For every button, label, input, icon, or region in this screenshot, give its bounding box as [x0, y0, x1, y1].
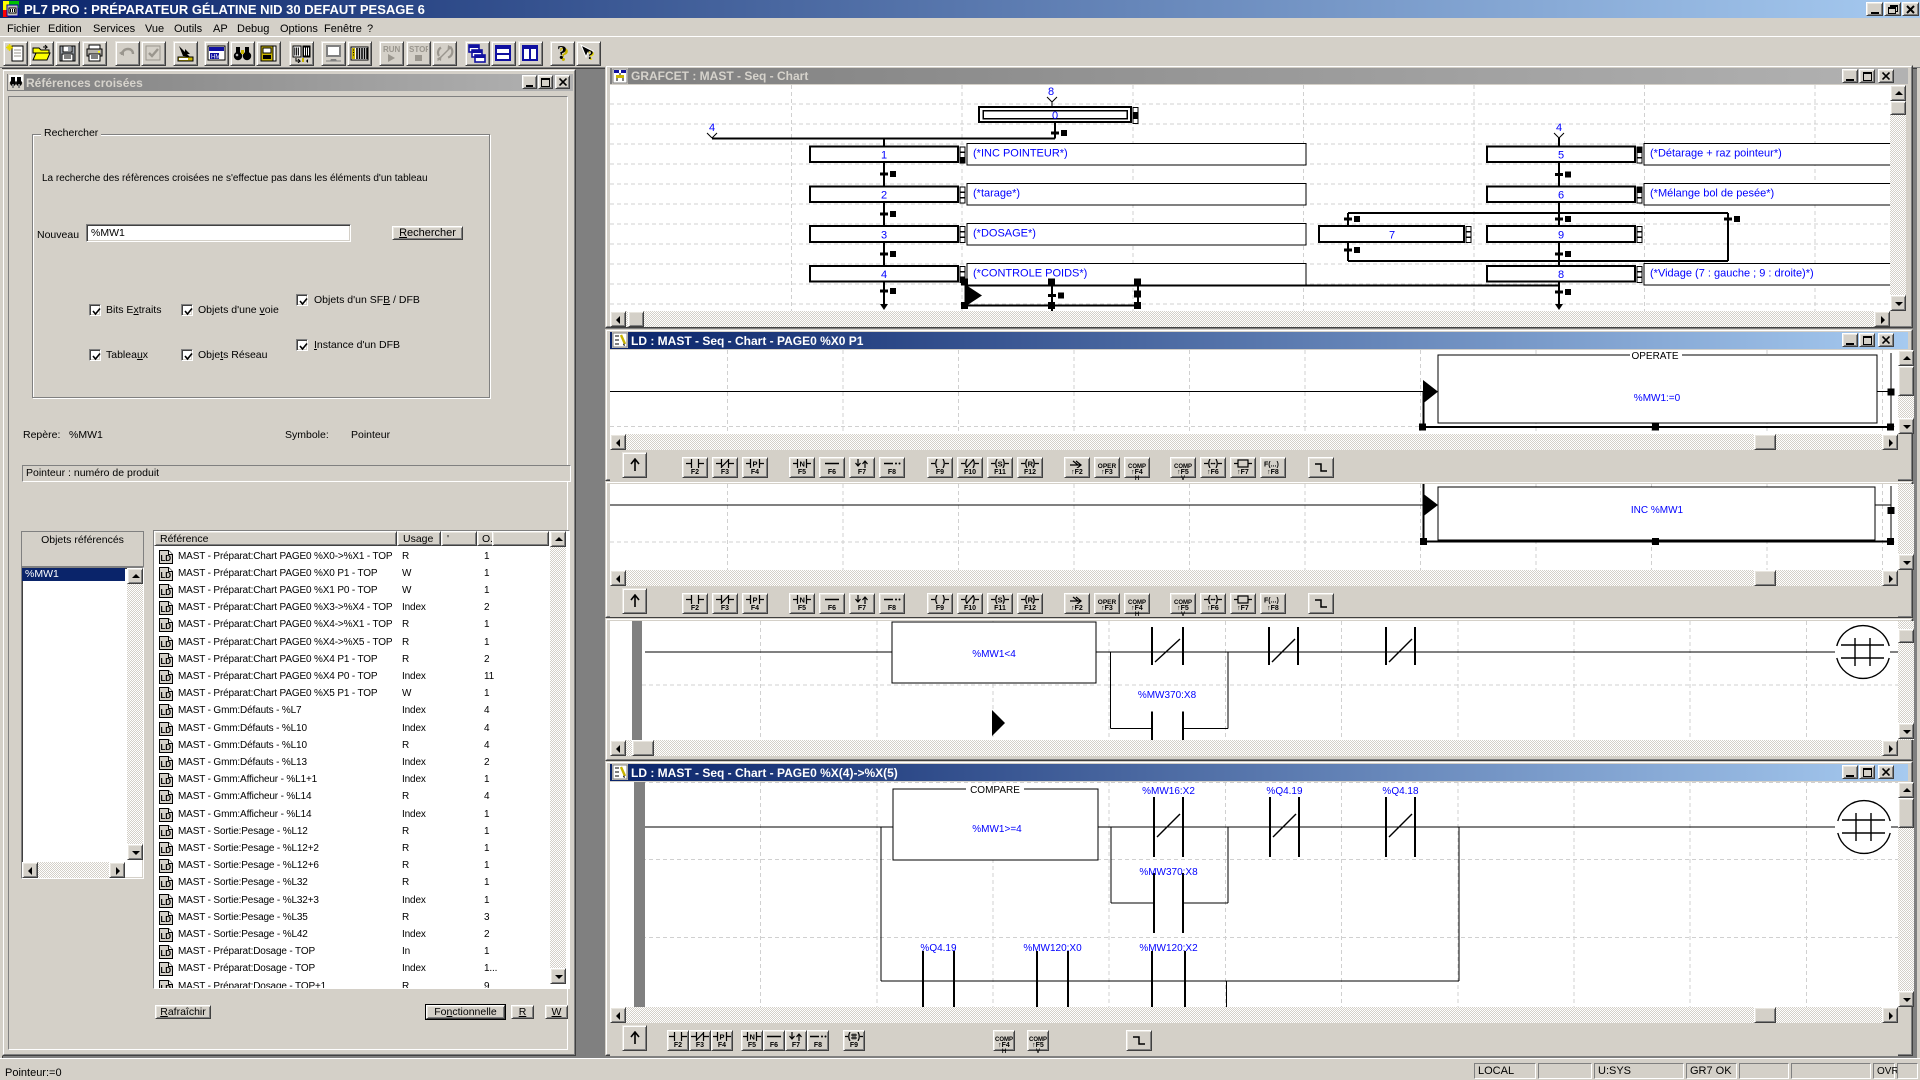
svg-text:F(...): F(...) [1264, 598, 1279, 605]
svg-text:R: R [1028, 460, 1034, 469]
svg-text:LD: LD [161, 812, 172, 821]
svg-text:RUN: RUN [383, 45, 401, 54]
svg-text:9: 9 [1558, 230, 1564, 242]
svg-text:N: N [800, 460, 805, 469]
svg-text:LD: LD [161, 657, 172, 666]
svg-text:(*DOSAGE*): (*DOSAGE*) [973, 228, 1036, 240]
svg-text:HM: HM [211, 55, 220, 61]
svg-text:4: 4 [1556, 122, 1562, 134]
svg-text:2: 2 [881, 190, 887, 202]
svg-text:LD: LD [161, 760, 172, 769]
svg-text:P: P [753, 460, 758, 469]
svg-text:LD: LD [161, 794, 172, 803]
svg-text:(*tarage*): (*tarage*) [973, 188, 1020, 200]
svg-text:LD: LD [161, 674, 172, 683]
svg-text:LD: LD [161, 898, 172, 907]
svg-text:4: 4 [881, 269, 887, 281]
svg-text:LD: LD [161, 605, 172, 614]
svg-text:%MW16:X2: %MW16:X2 [1142, 786, 1195, 797]
svg-text:COMPARE: COMPARE [970, 785, 1020, 796]
svg-text:LD: LD [161, 743, 172, 752]
svg-text:1: 1 [881, 150, 887, 162]
svg-text:S: S [998, 460, 1003, 469]
svg-text:LD: LD [161, 640, 172, 649]
svg-text:0: 0 [1052, 110, 1058, 122]
svg-text:LD: LD [161, 829, 172, 838]
svg-text:(*Détarage + raz pointeur*): (*Détarage + raz pointeur*) [1650, 148, 1782, 160]
svg-text:%Q4.19: %Q4.19 [920, 943, 957, 954]
svg-text:?: ? [557, 44, 567, 63]
svg-text:%Q4.18: %Q4.18 [1382, 786, 1419, 797]
svg-text:P: P [720, 1033, 725, 1042]
svg-text:LD: LD [161, 966, 172, 975]
svg-text:%MW370:X8: %MW370:X8 [1139, 867, 1198, 878]
svg-text:8: 8 [1048, 86, 1054, 98]
svg-text:OPERATE: OPERATE [1631, 351, 1678, 362]
svg-text:5: 5 [1558, 150, 1564, 162]
svg-text:LD: LD [161, 622, 172, 631]
svg-text:LD: LD [161, 932, 172, 941]
svg-text:%MW1>=4: %MW1>=4 [972, 824, 1022, 835]
svg-text:N: N [750, 1033, 755, 1042]
svg-text:LD: LD [161, 863, 172, 872]
svg-text:(*CONTROLE POIDS*): (*CONTROLE POIDS*) [973, 268, 1087, 280]
svg-text:P: P [753, 596, 758, 605]
svg-text:STOP: STOP [409, 45, 428, 54]
svg-text:LD: LD [161, 708, 172, 717]
svg-text:LD: LD [161, 949, 172, 958]
svg-text:%MW120:X2: %MW120:X2 [1139, 943, 1198, 954]
svg-text:(*INC POINTEUR*): (*INC POINTEUR*) [973, 148, 1068, 160]
svg-text:?: ? [587, 47, 594, 62]
svg-text:LD: LD [161, 846, 172, 855]
svg-text:LD: LD [161, 571, 172, 580]
svg-text:%MW1<4: %MW1<4 [972, 649, 1016, 660]
svg-text:LD: LD [161, 777, 172, 786]
svg-text:%MW120:X0: %MW120:X0 [1023, 943, 1082, 954]
svg-text:F(...): F(...) [1264, 462, 1279, 469]
svg-text:LD: LD [161, 691, 172, 700]
svg-text:(*Mélange bol de pesée*): (*Mélange bol de pesée*) [1650, 188, 1774, 200]
svg-text:LD: LD [161, 984, 172, 990]
svg-text:6: 6 [1558, 190, 1564, 202]
svg-text:LD: LD [161, 554, 172, 563]
svg-text:S: S [998, 596, 1003, 605]
svg-text:7: 7 [1389, 230, 1395, 242]
svg-text:LD: LD [161, 726, 172, 735]
svg-text:4: 4 [709, 122, 715, 134]
svg-text:%MW370:X8: %MW370:X8 [1138, 690, 1197, 701]
svg-text:LD: LD [161, 588, 172, 597]
svg-text:INC %MW1: INC %MW1 [1631, 505, 1684, 516]
svg-text:N: N [800, 596, 805, 605]
svg-text:%MW1:=0: %MW1:=0 [1634, 393, 1681, 404]
svg-text:%Q4.19: %Q4.19 [1266, 786, 1303, 797]
svg-text:8: 8 [1558, 269, 1564, 281]
svg-text:3: 3 [881, 230, 887, 242]
svg-text:LD: LD [161, 915, 172, 924]
svg-text:R: R [1028, 596, 1034, 605]
svg-text:LD: LD [161, 880, 172, 889]
svg-text:(*Vidage (7 : gauche ; 9 : dro: (*Vidage (7 : gauche ; 9 : droite)*) [1650, 268, 1814, 280]
